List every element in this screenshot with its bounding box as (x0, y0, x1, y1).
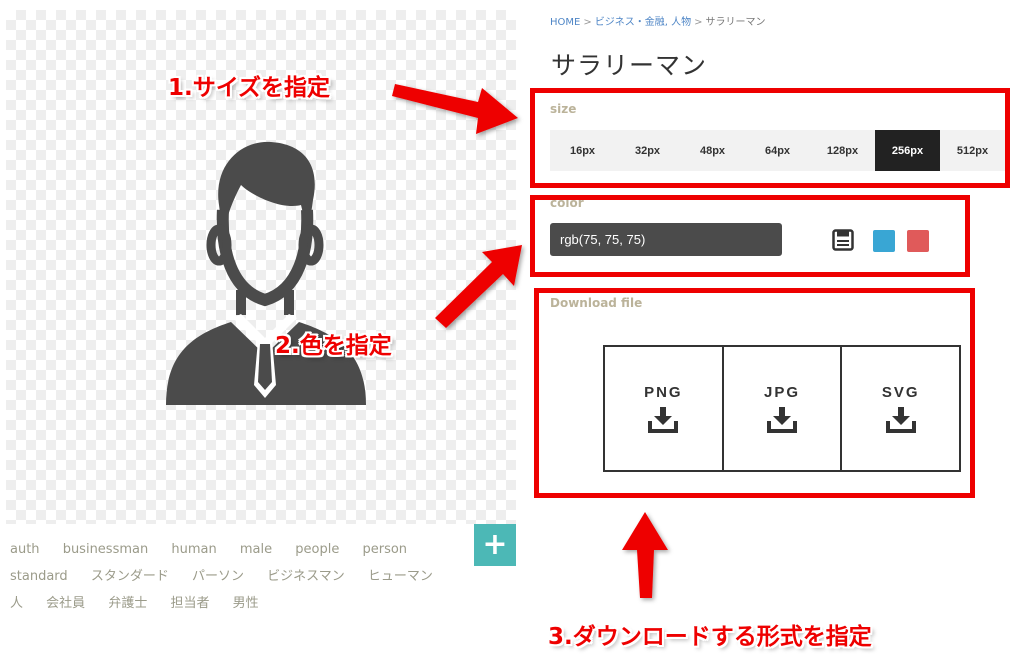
tag-link[interactable]: 人 (10, 590, 23, 617)
tag-list: auth businessman human male people perso… (10, 536, 465, 617)
tag-link[interactable]: 男性 (233, 590, 259, 617)
arrow-to-download (622, 512, 668, 598)
breadcrumb-current: サラリーマン (705, 17, 766, 28)
businessman-icon (166, 141, 366, 405)
tag-link[interactable]: 会社員 (46, 590, 85, 617)
breadcrumb-home[interactable]: HOME (550, 17, 580, 28)
tag-link[interactable]: human (171, 536, 216, 563)
annotation-box-color (530, 195, 970, 277)
breadcrumb: HOME > ビジネス・金融, 人物 > サラリーマン (550, 13, 765, 28)
breadcrumb-separator: > (694, 17, 703, 28)
tag-link[interactable]: standard (10, 563, 68, 590)
annotation-box-size (530, 88, 1010, 188)
tag-link[interactable]: 弁護士 (108, 590, 147, 617)
tag-link[interactable]: ヒューマン (368, 563, 433, 590)
tag-link[interactable]: person (362, 536, 407, 563)
tag-link[interactable]: auth (10, 536, 40, 563)
add-tag-button[interactable]: + (474, 524, 516, 566)
page-title: サラリーマン (551, 51, 708, 80)
tag-link[interactable]: パーソン (192, 563, 244, 590)
breadcrumb-category[interactable]: ビジネス・金融, 人物 (595, 17, 691, 28)
tag-link[interactable]: ビジネスマン (267, 563, 345, 590)
annotation-step2: 2.色を指定 (275, 333, 392, 359)
annotation-box-download (534, 288, 975, 498)
tag-link[interactable]: people (295, 536, 339, 563)
tag-link[interactable]: 担当者 (170, 590, 209, 617)
tag-link[interactable]: スタンダード (91, 563, 169, 590)
plus-icon: + (482, 527, 508, 562)
breadcrumb-separator: > (583, 17, 592, 28)
tag-link[interactable]: male (240, 536, 272, 563)
annotation-step3: 3.ダウンロードする形式を指定 (548, 624, 872, 650)
annotation-step1: 1.サイズを指定 (168, 75, 331, 101)
tag-link[interactable]: businessman (63, 536, 149, 563)
